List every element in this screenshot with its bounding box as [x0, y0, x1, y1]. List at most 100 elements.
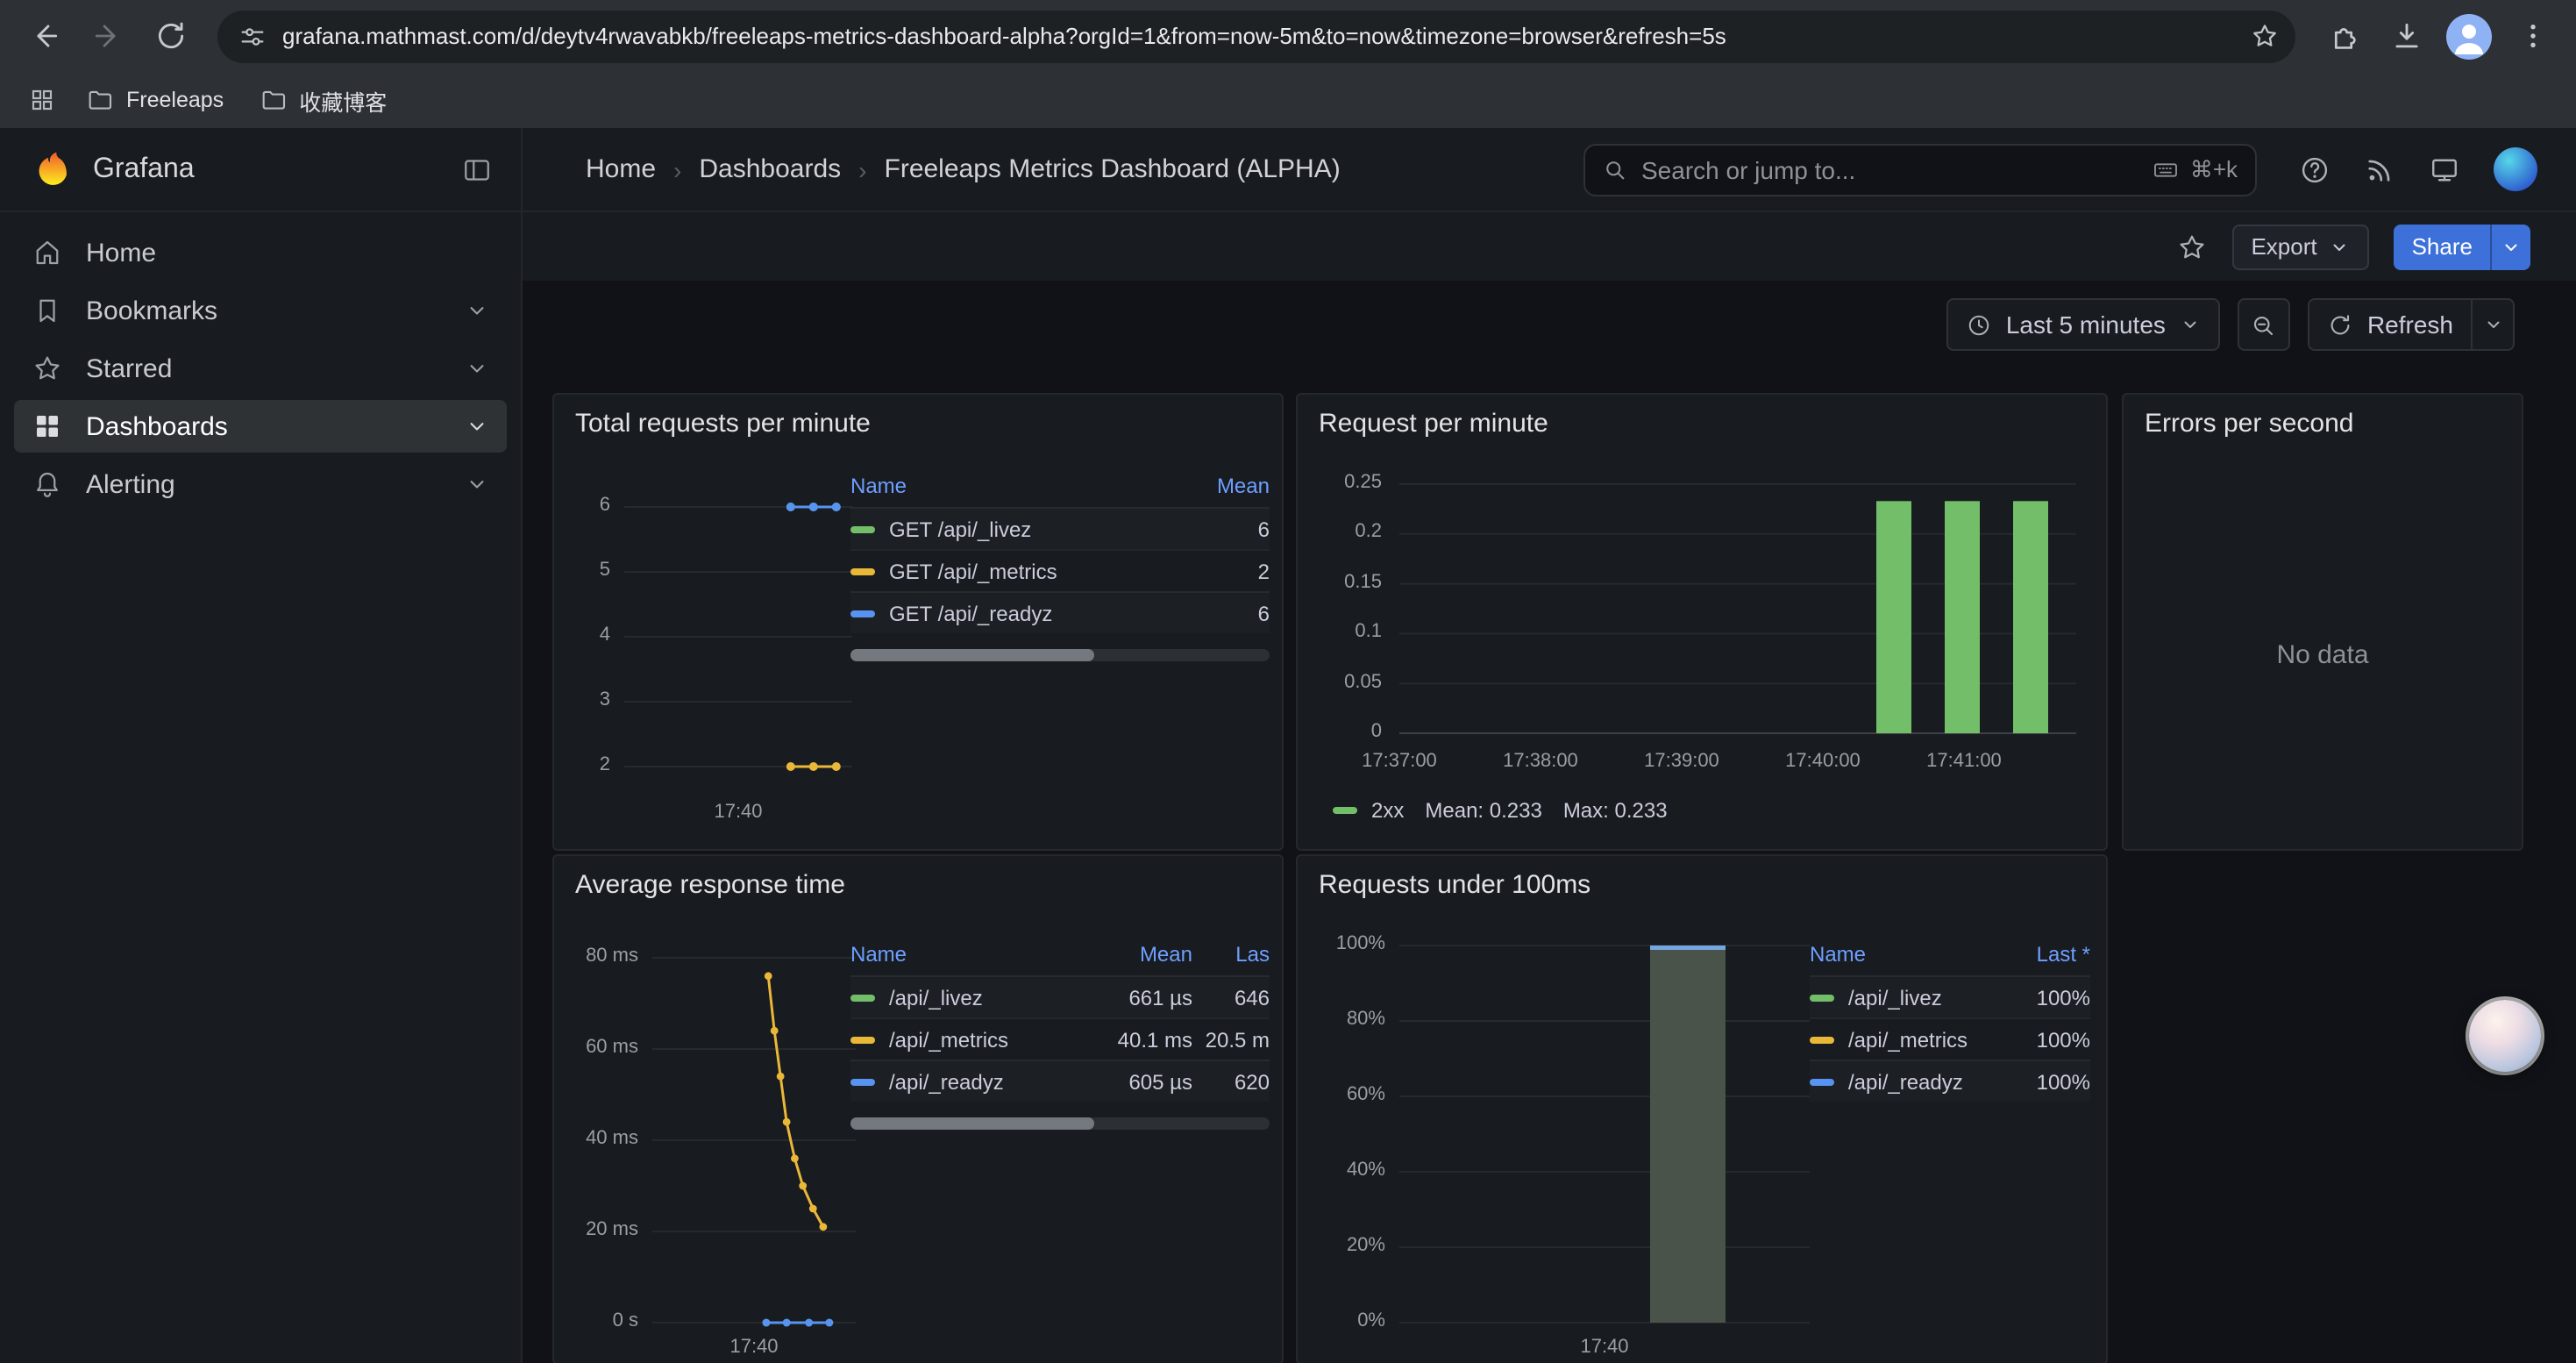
- series-name[interactable]: GET /api/_livez: [889, 517, 1161, 541]
- display-icon[interactable]: [2429, 153, 2460, 185]
- legend-table: Name Mean GET /api/_livez 6 GET /api/_me…: [850, 465, 1270, 661]
- site-settings-icon[interactable]: [238, 22, 267, 50]
- legend-header-mean[interactable]: Mean: [1161, 474, 1270, 498]
- series-last: 100%: [1999, 1069, 2090, 1094]
- search-input[interactable]: Search or jump to... ⌘+k: [1583, 143, 2257, 196]
- sidebar-item-starred[interactable]: Starred: [14, 342, 507, 395]
- legend-row: /api/_livez 661 µs 646: [850, 975, 1270, 1017]
- sidebar-item-alerting[interactable]: Alerting: [14, 458, 507, 510]
- time-range-picker[interactable]: Last 5 minutes: [1946, 298, 2220, 351]
- panel-title[interactable]: Average response time: [575, 870, 845, 900]
- home-icon: [32, 237, 63, 268]
- panel-title[interactable]: Errors per second: [2145, 409, 2353, 439]
- panel-title[interactable]: Requests under 100ms: [1319, 870, 1590, 900]
- share-button[interactable]: Share: [2395, 224, 2490, 269]
- refresh-interval-dropdown[interactable]: [2473, 298, 2515, 351]
- y-tick-label: 0 s: [572, 1310, 638, 1331]
- series-name[interactable]: /api/_metrics: [1848, 1027, 1999, 1052]
- y-tick-label: 0: [1315, 721, 1382, 742]
- y-tick-label: 60%: [1315, 1084, 1385, 1105]
- series-point: [783, 1118, 791, 1126]
- chevron-down-icon[interactable]: [465, 472, 489, 496]
- series-name[interactable]: /api/_readyz: [889, 1069, 1084, 1094]
- breadcrumb-dashboards[interactable]: Dashboards: [699, 154, 841, 184]
- y-tick-label: 0.05: [1315, 671, 1382, 692]
- legend-header-last[interactable]: Las: [1192, 942, 1270, 967]
- profile-avatar-icon: [2446, 13, 2492, 59]
- apps-grid-icon[interactable]: [18, 77, 67, 123]
- url-bar[interactable]: grafana.mathmast.com/d/deytv4rwavabkb/fr…: [217, 10, 2295, 62]
- sidebar-item-bookmarks[interactable]: Bookmarks: [14, 284, 507, 337]
- panel-title[interactable]: Request per minute: [1319, 409, 1548, 439]
- chevron-down-icon[interactable]: [465, 356, 489, 381]
- bookmark-item-blogs[interactable]: 收藏博客: [243, 76, 402, 124]
- forward-button[interactable]: [77, 6, 137, 66]
- x-tick-label: 17:40: [624, 802, 852, 823]
- downloads-icon[interactable]: [2376, 6, 2436, 66]
- url-text[interactable]: grafana.mathmast.com/d/deytv4rwavabkb/fr…: [282, 23, 2224, 49]
- scrollbar-thumb[interactable]: [850, 1117, 1093, 1130]
- sidebar-item-dashboards[interactable]: Dashboards: [14, 400, 507, 453]
- help-icon[interactable]: [2299, 153, 2330, 185]
- x-tick-label: 17:41:00: [1899, 751, 2029, 772]
- sidebar-collapse-icon[interactable]: [461, 153, 493, 185]
- series-point: [786, 503, 795, 511]
- export-button[interactable]: Export: [2231, 224, 2369, 269]
- y-tick-label: 0.1: [1315, 621, 1382, 642]
- extensions-icon[interactable]: [2313, 6, 2373, 66]
- series-name[interactable]: 2xx: [1371, 798, 1404, 823]
- bookmark-star-icon[interactable]: [2239, 11, 2288, 61]
- breadcrumb-home[interactable]: Home: [586, 154, 656, 184]
- sidebar-item-home[interactable]: Home: [14, 226, 507, 279]
- floating-assistant-avatar[interactable]: [2469, 1000, 2541, 1072]
- back-button[interactable]: [14, 6, 74, 66]
- series-color-dash: [850, 610, 875, 617]
- legend-header-row: Name Mean: [850, 465, 1270, 507]
- chevron-down-icon[interactable]: [465, 414, 489, 439]
- profile-avatar[interactable]: [2439, 6, 2499, 66]
- zoom-out-icon: [2251, 311, 2277, 338]
- series-color-dash: [850, 525, 875, 532]
- series-name[interactable]: /api/_readyz: [1848, 1069, 1999, 1094]
- chevron-down-icon[interactable]: [465, 298, 489, 323]
- x-tick-label: 17:40:00: [1758, 751, 1888, 772]
- legend-header-name[interactable]: Name: [850, 942, 1084, 967]
- user-avatar[interactable]: [2494, 147, 2537, 191]
- series-name[interactable]: /api/_livez: [1848, 985, 1999, 1010]
- series-name[interactable]: /api/_metrics: [889, 1027, 1084, 1052]
- share-dropdown-button[interactable]: [2490, 224, 2530, 269]
- line-chart-svg: [572, 937, 861, 1363]
- legend-header-name[interactable]: Name: [1810, 942, 1999, 967]
- panel-title[interactable]: Total requests per minute: [575, 409, 871, 439]
- legend-header-last[interactable]: Last *: [1999, 942, 2090, 967]
- favorite-star-icon[interactable]: [2175, 231, 2207, 262]
- reload-button[interactable]: [140, 6, 200, 66]
- line-chart: 6543217:40: [572, 472, 861, 831]
- bookmark-item-freeleaps[interactable]: Freeleaps: [70, 79, 239, 121]
- legend-header-mean[interactable]: Mean: [1084, 942, 1192, 967]
- sidebar-item-label: Home: [86, 238, 489, 268]
- bell-icon: [32, 468, 63, 500]
- zoom-out-button[interactable]: [2238, 298, 2290, 351]
- scrollbar-thumb[interactable]: [850, 649, 1093, 661]
- series-last: 620: [1192, 1069, 1270, 1094]
- sidebar: Home Bookmarks Starred Dashboards: [0, 212, 523, 1363]
- legend-scrollbar[interactable]: [850, 649, 1270, 661]
- y-tick-label: 40 ms: [572, 1128, 638, 1149]
- series-point: [771, 1027, 779, 1035]
- browser-menu-icon[interactable]: [2502, 6, 2562, 66]
- series-name[interactable]: GET /api/_metrics: [889, 559, 1161, 583]
- refresh-button[interactable]: Refresh: [2308, 298, 2473, 351]
- series-name[interactable]: GET /api/_readyz: [889, 601, 1161, 625]
- bar-chart: 0.250.20.150.10.05017:37:0017:38:0017:39…: [1315, 468, 2092, 793]
- series-point: [765, 972, 772, 980]
- folder-icon: [86, 86, 114, 114]
- news-rss-icon[interactable]: [2364, 153, 2395, 185]
- legend-scrollbar[interactable]: [850, 1117, 1270, 1130]
- series-point: [809, 762, 818, 771]
- series-name[interactable]: /api/_livez: [889, 985, 1084, 1010]
- series-point: [783, 1319, 791, 1327]
- legend-header-name[interactable]: Name: [850, 474, 1161, 498]
- legend-row: GET /api/_livez 6: [850, 507, 1270, 549]
- grafana-logo[interactable]: [32, 148, 74, 190]
